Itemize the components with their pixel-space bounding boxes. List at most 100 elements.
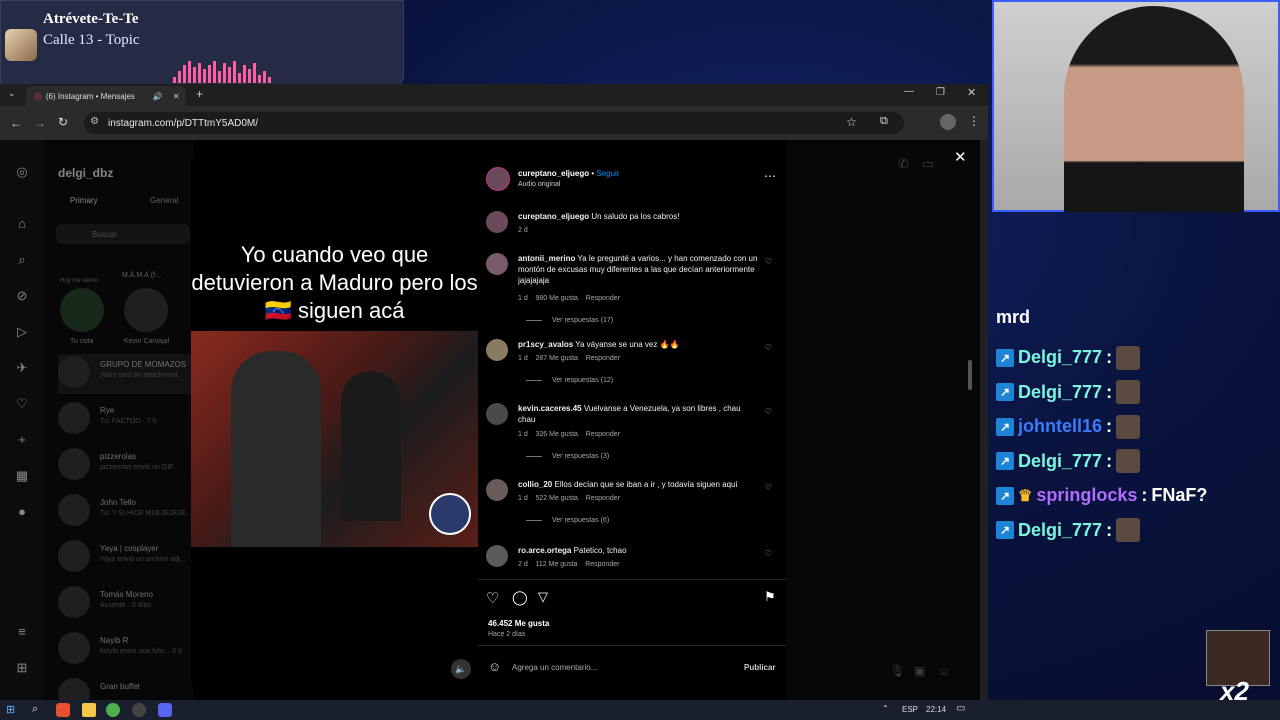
comment-user[interactable]: antonii_merino (518, 254, 575, 263)
like-heart-icon[interactable]: ♡ (765, 483, 772, 492)
list-item[interactable]: pizzerolas pizzerolas envió un GIF. (58, 446, 198, 486)
language-indicator[interactable]: ESP (902, 705, 918, 714)
comment-user[interactable]: ro.arce.ortega (518, 546, 571, 555)
back-icon[interactable]: ← (10, 116, 22, 130)
forward-icon[interactable]: → (34, 116, 46, 130)
dm-search-input[interactable]: Buscar (56, 224, 190, 244)
avatar[interactable] (486, 339, 508, 361)
view-replies-button[interactable]: Ver respuestas (17) (526, 317, 613, 324)
caption-author[interactable]: cureptano_eljuego (518, 212, 589, 221)
apps-icon[interactable]: ⊞ (14, 660, 30, 676)
reel-video[interactable]: Yo cuando veo que detuvieron a Maduro pe… (191, 157, 478, 685)
view-replies-button[interactable]: Ver respuestas (3) (526, 453, 609, 460)
reels-icon[interactable]: ▷ (14, 324, 30, 340)
comment-user[interactable]: pr1scy_avalos (518, 340, 573, 349)
avatar[interactable] (486, 479, 508, 501)
profile-avatar[interactable] (940, 114, 956, 130)
author-name[interactable]: cureptano_eljuego (518, 169, 589, 178)
comment-likes[interactable]: 112 Me gusta (536, 561, 578, 568)
reload-icon[interactable]: ↻ (58, 115, 68, 129)
minimize-icon[interactable]: — (904, 86, 914, 97)
phone-icon[interactable]: ✆ (898, 156, 909, 172)
list-item[interactable]: John Tello Tú: Y SI HICE MUEJEJEJE... (58, 492, 198, 532)
list-item[interactable]: Tomás Moreno Ausente · 3 días (58, 584, 198, 624)
explore-icon[interactable]: ⊘ (14, 288, 30, 304)
meta-icon[interactable]: ● (14, 504, 30, 520)
folder-icon[interactable] (82, 703, 96, 717)
home-icon[interactable]: ⌂ (14, 216, 30, 232)
discord-icon[interactable] (158, 703, 172, 717)
tray-chevron-icon[interactable]: ⌃ (882, 704, 889, 713)
comment-input[interactable]: Agrega un comentario... (512, 663, 597, 672)
mic-icon[interactable]: 🎙 (890, 664, 905, 678)
speaker-icon[interactable]: 🔊 (153, 92, 163, 101)
list-item[interactable]: GRUPO DE MOMAZOS Jolvo sent an attachment… (58, 354, 198, 394)
comment-likes[interactable]: 326 Me gusta (536, 431, 578, 438)
dashboard-icon[interactable]: ▦ (14, 468, 30, 484)
audio-label[interactable]: Audio original (518, 181, 560, 188)
more-options-icon[interactable]: ⋯ (764, 169, 776, 183)
tab-list-icon[interactable]: ⌄ (8, 88, 16, 99)
publish-button[interactable]: Publicar (744, 663, 776, 672)
taskbar-search-icon[interactable]: ⌕ (32, 703, 38, 716)
reply-button[interactable]: Responder (586, 355, 620, 362)
avatar[interactable] (486, 253, 508, 275)
list-item[interactable]: Yaya | cosplayer Yaya envió un archivo ad… (58, 538, 198, 578)
share-icon[interactable]: ▽ (538, 589, 548, 605)
reply-button[interactable]: Responder (585, 561, 619, 568)
obs-icon[interactable] (132, 703, 146, 717)
comment-likes[interactable]: 287 Me gusta (536, 355, 578, 362)
comment-likes[interactable]: 522 Me gusta (536, 495, 578, 502)
new-tab-button[interactable]: + (196, 87, 203, 101)
avatar[interactable] (486, 211, 508, 233)
close-window-icon[interactable]: ✕ (967, 86, 976, 99)
tab-primary[interactable]: Primary (70, 196, 98, 205)
scrollbar[interactable] (968, 360, 972, 390)
search-icon[interactable]: ⌕ (14, 252, 30, 268)
like-heart-icon[interactable]: ♡ (765, 407, 772, 416)
instagram-logo-icon[interactable]: ◎ (14, 164, 30, 180)
reply-button[interactable]: Responder (586, 495, 620, 502)
close-modal-icon[interactable]: ✕ (954, 148, 967, 166)
avatar[interactable] (486, 545, 508, 567)
story-avatar[interactable] (124, 288, 168, 332)
clock[interactable]: 22:14 (926, 705, 946, 714)
like-heart-icon[interactable]: ♡ (765, 549, 772, 558)
list-item[interactable]: Nayib R Nayib envió una foto. · 3 d (58, 630, 198, 670)
brave-icon[interactable] (56, 703, 70, 717)
like-icon[interactable]: ♡ (486, 589, 499, 607)
extensions-icon[interactable]: ⧉ (880, 115, 888, 128)
video-call-icon[interactable]: ▭ (922, 156, 934, 172)
windows-start-icon[interactable]: ⊞ (6, 703, 15, 716)
likes-count[interactable]: 46.452 Me gusta (488, 619, 549, 628)
comment-icon[interactable]: ◯ (512, 589, 528, 606)
notification-icon[interactable]: ▭ (956, 703, 965, 714)
mute-icon[interactable]: 🔈 (451, 659, 471, 679)
avatar[interactable] (486, 403, 508, 425)
emoji-icon[interactable]: ☺ (488, 659, 501, 674)
close-tab-icon[interactable]: ✕ (173, 92, 180, 101)
comment-likes[interactable]: 980 Me gusta (536, 295, 578, 302)
restore-icon[interactable]: ❐ (936, 87, 945, 98)
follow-button[interactable]: Seguir (596, 169, 619, 178)
url-field[interactable]: ⚙ instagram.com/p/DTTtmY5AD0M/ (84, 112, 904, 134)
comment-user[interactable]: collio_20 (518, 480, 552, 489)
chrome-icon[interactable] (106, 703, 120, 717)
view-replies-button[interactable]: Ver respuestas (12) (526, 377, 613, 384)
more-menu-icon[interactable]: ≡ (14, 624, 30, 640)
like-heart-icon[interactable]: ♡ (765, 343, 772, 352)
list-item[interactable]: Rye Tú: FACTOO · 7 h (58, 400, 198, 440)
image-icon[interactable]: ▣ (914, 664, 925, 678)
account-name[interactable]: delgi_dbz (58, 166, 113, 180)
view-replies-button[interactable]: Ver respuestas (6) (526, 517, 609, 524)
like-heart-icon[interactable]: ♡ (765, 257, 772, 266)
bookmark-star-icon[interactable]: ☆ (846, 115, 857, 129)
menu-icon[interactable]: ⋮ (968, 114, 980, 128)
comment-user[interactable]: kevin.caceres.45 (518, 404, 582, 413)
tab-general[interactable]: General (150, 196, 178, 205)
notifications-icon[interactable]: ♡ (14, 396, 30, 412)
tab-instagram[interactable]: ◎ (6) Instagram • Mensajes 🔊 ✕ (26, 86, 186, 106)
sticker-icon[interactable]: ☺ (938, 664, 950, 678)
messages-icon[interactable]: ✈ (14, 360, 30, 376)
note-avatar[interactable] (60, 288, 104, 332)
